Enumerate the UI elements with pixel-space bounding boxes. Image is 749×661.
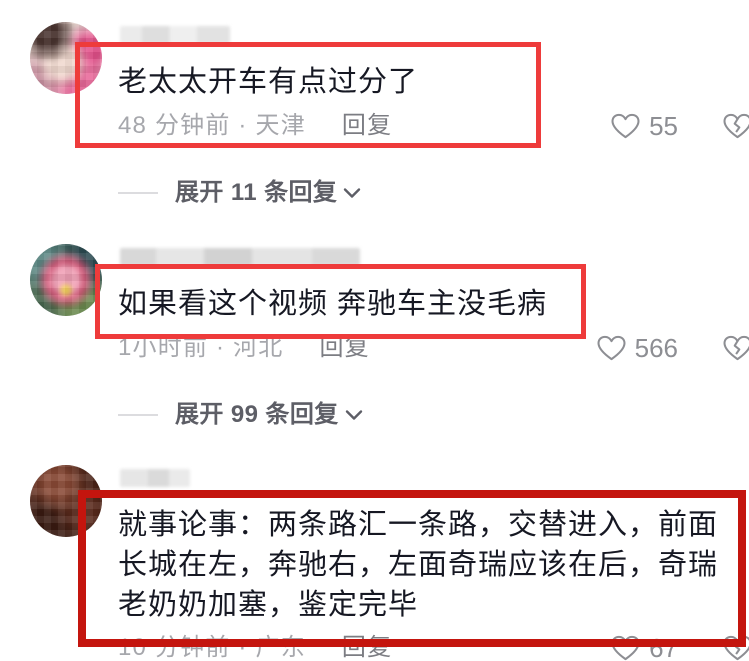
like-button[interactable]: 55	[610, 113, 678, 139]
dislike-button[interactable]	[722, 335, 749, 361]
username-redacted[interactable]	[120, 469, 190, 487]
expand-replies-button[interactable]: 展开 99 条回复	[118, 401, 749, 429]
reply-button[interactable]: 回复	[342, 635, 392, 661]
avatar-image-redacted	[30, 244, 102, 316]
username-redacted[interactable]	[120, 26, 230, 44]
comment-item: 就事论事：两条路汇一条路，交替进入，前面 长城在左，奔驰右，左面奇瑞应该在后，奇…	[0, 443, 749, 661]
comment-list: 老太太开车有点过分了 48 分钟前 · 天津 回复 55 展开 11 条回复 如…	[0, 0, 749, 661]
comment-text-line: 老奶奶加塞，鉴定完毕	[118, 589, 419, 621]
dislike-button[interactable]	[722, 113, 749, 139]
comment-body: 如果看这个视频 奔驰车主没毛病 1小时前 · 河北 回复 566 展开 99 条…	[118, 248, 749, 429]
broken-heart-icon	[723, 335, 749, 361]
comment-item: 如果看这个视频 奔驰车主没毛病 1小时前 · 河北 回复 566 展开 99 条…	[0, 222, 749, 443]
reply-button[interactable]: 回复	[342, 113, 392, 139]
reply-button[interactable]: 回复	[319, 335, 369, 361]
avatar[interactable]	[30, 465, 102, 537]
avatar-image-redacted	[30, 22, 102, 94]
comment-meta-row: 10 分钟前 · 广东 回复 67	[118, 635, 749, 661]
comment-time-location: 10 分钟前 · 广东	[118, 634, 306, 661]
dislike-button[interactable]	[722, 635, 749, 661]
expand-replies-button[interactable]: 展开 11 条回复	[118, 179, 749, 207]
comment-text: 如果看这个视频 奔驰车主没毛病	[118, 288, 548, 320]
comment-item: 老太太开车有点过分了 48 分钟前 · 天津 回复 55 展开 11 条回复	[0, 0, 749, 222]
username-redacted[interactable]	[120, 248, 360, 266]
avatar[interactable]	[30, 22, 102, 94]
comment-meta-row: 48 分钟前 · 天津 回复 55	[118, 113, 749, 139]
heart-icon	[611, 113, 640, 139]
comment-text-line: 长城在左，奔驰右，左面奇瑞应该在后，奇瑞	[118, 549, 719, 581]
comment-meta-row: 1小时前 · 河北 回复 566	[118, 335, 749, 361]
chevron-down-icon	[344, 188, 361, 198]
avatar-image-redacted	[30, 465, 102, 537]
avatar[interactable]	[30, 244, 102, 316]
like-button[interactable]: 566	[596, 335, 678, 361]
like-count: 67	[649, 633, 678, 661]
expand-replies-label: 展开 11 条回复	[175, 179, 338, 206]
comment-time-location: 48 分钟前 · 天津	[118, 112, 306, 139]
chevron-down-icon	[345, 410, 362, 420]
comment-text-line: 就事论事：两条路汇一条路，交替进入，前面	[118, 509, 719, 541]
like-button[interactable]: 67	[610, 635, 678, 661]
comment-text: 老太太开车有点过分了	[118, 66, 419, 98]
like-count: 55	[649, 111, 678, 141]
comment-body: 老太太开车有点过分了 48 分钟前 · 天津 回复 55 展开 11 条回复	[118, 26, 749, 207]
comment-time-location: 1小时前 · 河北	[118, 334, 284, 361]
heart-icon	[597, 335, 626, 361]
expand-replies-label: 展开 99 条回复	[175, 401, 339, 428]
like-count: 566	[634, 333, 678, 363]
divider-line	[118, 414, 158, 416]
heart-icon	[611, 635, 640, 661]
comment-text: 就事论事：两条路汇一条路，交替进入，前面 长城在左，奔驰右，左面奇瑞应该在后，奇…	[118, 505, 749, 625]
broken-heart-icon	[723, 113, 749, 139]
divider-line	[118, 192, 158, 194]
comment-body: 就事论事：两条路汇一条路，交替进入，前面 长城在左，奔驰右，左面奇瑞应该在后，奇…	[118, 469, 749, 661]
broken-heart-icon	[723, 635, 749, 661]
